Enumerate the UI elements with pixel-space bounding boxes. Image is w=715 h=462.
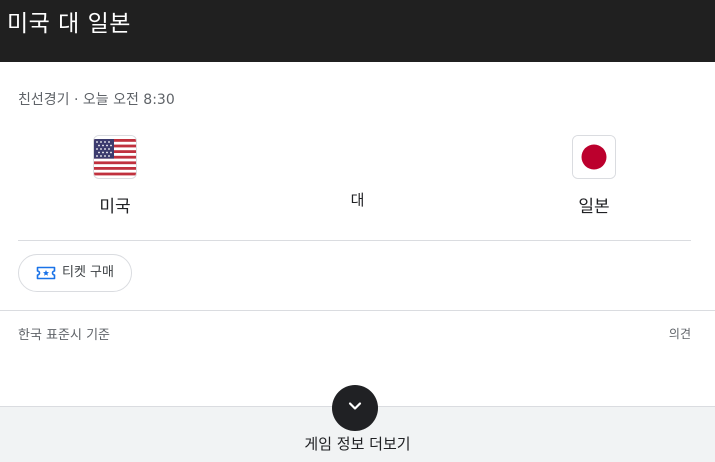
feedback-link[interactable]: 의견 (669, 325, 691, 343)
section-divider (18, 240, 691, 241)
expand-button[interactable] (332, 385, 378, 431)
chevron-down-icon (346, 397, 364, 419)
japan-flag-icon (572, 135, 616, 179)
away-team-name: 일본 (578, 197, 610, 217)
ticket-icon (36, 265, 56, 281)
page-title: 미국 대 일본 (7, 11, 131, 37)
buy-tickets-label: 티켓 구매 (62, 265, 114, 280)
more-info-label[interactable]: 게임 정보 더보기 (0, 433, 715, 455)
full-width-divider (0, 310, 715, 311)
page-header: 미국 대 일본 (0, 0, 715, 62)
timezone-note: 한국 표준시 기준 (18, 328, 110, 343)
buy-tickets-button[interactable]: 티켓 구매 (18, 254, 132, 292)
match-meta: 친선경기 · 오늘 오전 8:30 (18, 92, 175, 108)
away-team[interactable]: 일본 (549, 135, 639, 219)
us-flag-icon (93, 135, 137, 179)
